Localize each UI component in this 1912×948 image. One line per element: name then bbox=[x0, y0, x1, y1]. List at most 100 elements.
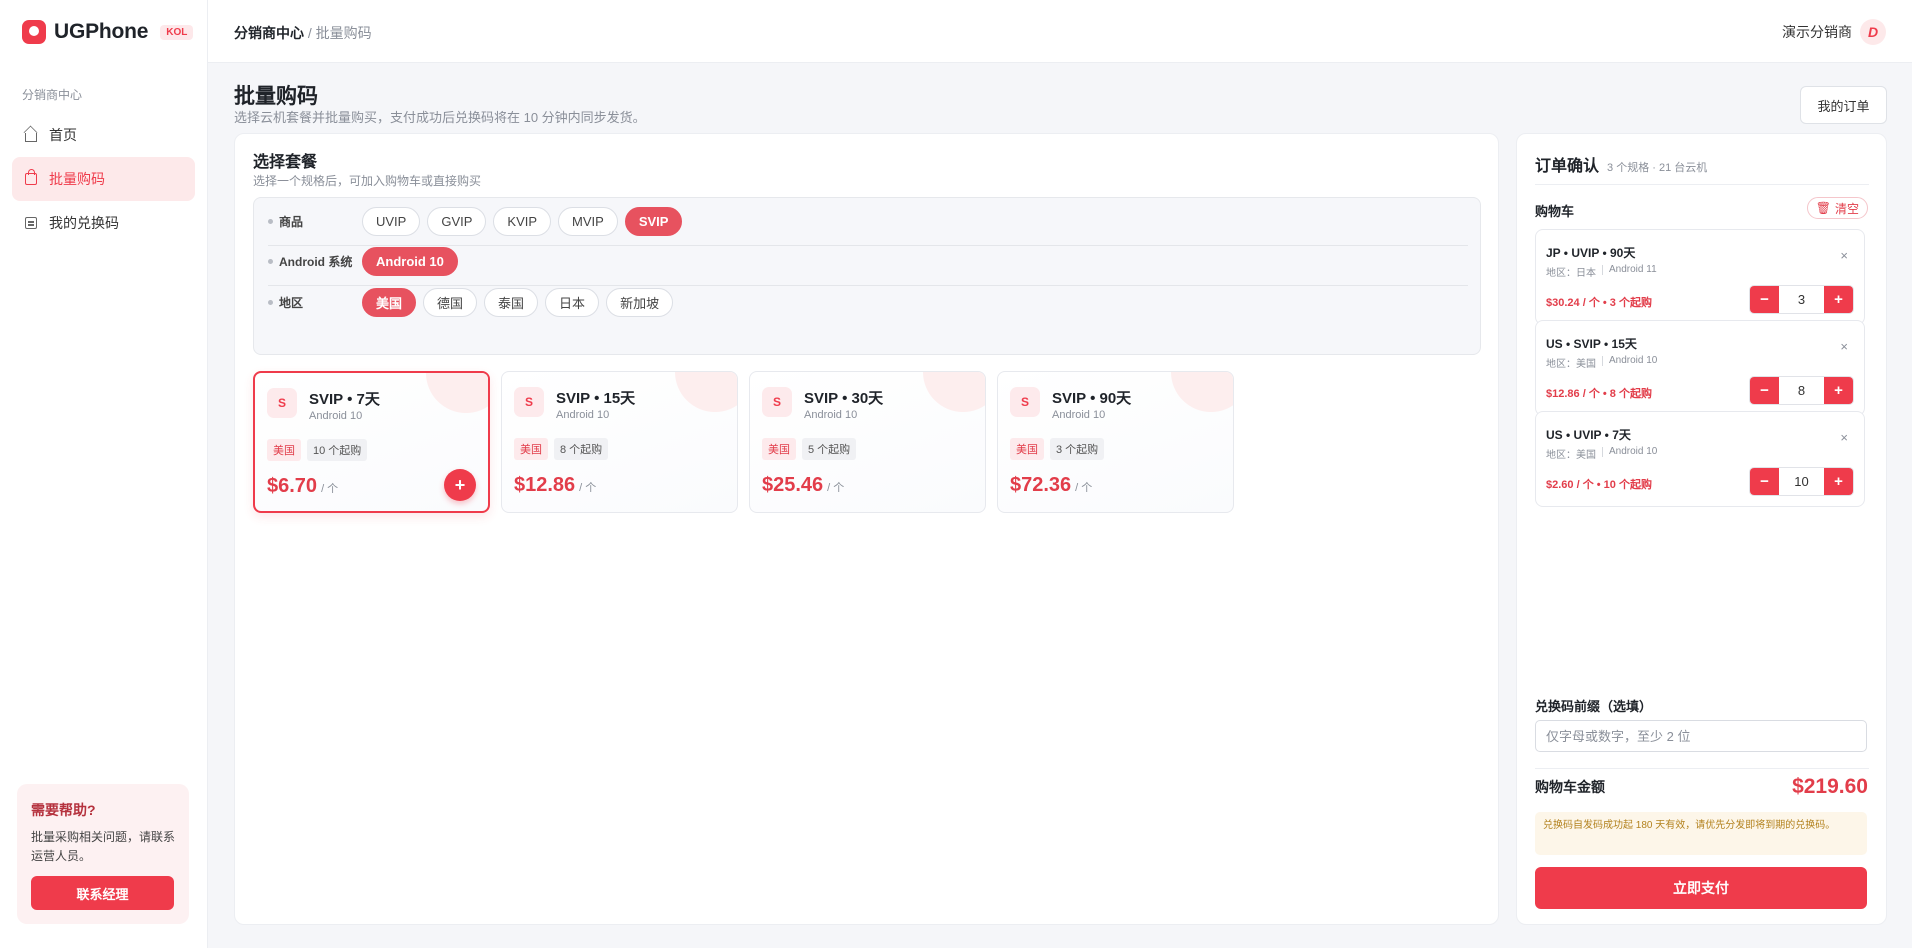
quantity-stepper: − 10 + bbox=[1749, 467, 1854, 496]
cart-total-label: 购物车金额 bbox=[1535, 779, 1605, 795]
plan-os: Android 10 bbox=[556, 409, 610, 421]
price-value: $6.70 bbox=[267, 475, 318, 497]
price-unit: / 个 bbox=[827, 482, 845, 494]
region-chips: 美国 德国 泰国 日本 新加坡 bbox=[362, 287, 674, 317]
divider bbox=[1535, 184, 1869, 185]
plan-selector-panel: 选择套餐 选择一个规格后，可加入购物车或直接购买 商品 UVIP GVIP KV… bbox=[234, 133, 1499, 925]
min-qty-tag: 10 个起购 bbox=[307, 439, 368, 461]
quantity-stepper: − 3 + bbox=[1749, 285, 1854, 314]
plan-price: $6.70/ 个 bbox=[267, 475, 338, 498]
order-title-text: 订单确认 bbox=[1535, 158, 1600, 175]
chip-kvip[interactable]: KVIP bbox=[493, 207, 552, 236]
region-tag: 美国 bbox=[514, 438, 548, 460]
sidebar-item-label: 我的兑换码 bbox=[49, 215, 119, 231]
my-orders-button[interactable]: 我的订单 bbox=[1800, 86, 1887, 124]
plan-cards: S SVIP • 7天 Android 10 美国 10 个起购 $6.70/ … bbox=[253, 371, 1234, 513]
cart-item: US • SVIP • 15天 地区：美国 Android 10 × $12.86… bbox=[1535, 320, 1865, 416]
brand-name: UGPhone bbox=[54, 20, 149, 43]
decrease-button[interactable]: − bbox=[1750, 468, 1779, 495]
cart-item-meta: 地区：美国 Android 10 bbox=[1546, 355, 1657, 370]
shopping-bag-icon bbox=[25, 169, 37, 185]
chip-region-sg[interactable]: 新加坡 bbox=[606, 287, 674, 317]
sidebar-item-home[interactable]: 首页 bbox=[12, 113, 195, 157]
card-decoration bbox=[923, 372, 985, 412]
filter-label: Android 系统 bbox=[268, 253, 362, 270]
plan-card[interactable]: S SVIP • 90天 Android 10 美国 3 个起购 $72.36/… bbox=[997, 371, 1234, 513]
chip-svip[interactable]: SVIP bbox=[624, 207, 683, 236]
meta-divider bbox=[1602, 265, 1603, 275]
breadcrumb: 分销商中心 / 批量购码 bbox=[234, 23, 372, 43]
add-to-cart-button[interactable]: + bbox=[444, 469, 476, 501]
contact-manager-button[interactable]: 联系经理 bbox=[31, 876, 174, 910]
plan-tier-icon: S bbox=[514, 387, 544, 417]
meta-divider bbox=[1602, 356, 1603, 366]
meta-divider bbox=[1602, 447, 1603, 457]
cart-item-region: 地区：美国 bbox=[1546, 359, 1596, 370]
decrease-button[interactable]: − bbox=[1750, 286, 1779, 313]
plan-card[interactable]: S SVIP • 7天 Android 10 美国 10 个起购 $6.70/ … bbox=[253, 371, 490, 513]
pay-now-button[interactable]: 立即支付 bbox=[1535, 867, 1867, 909]
chip-region-th[interactable]: 泰国 bbox=[484, 287, 539, 317]
sidebar-item-label: 首页 bbox=[49, 127, 77, 143]
region-tag: 美国 bbox=[1010, 438, 1044, 460]
cart-total-value: $219.60 bbox=[1792, 775, 1868, 798]
brand[interactable]: UGPhone KOL bbox=[22, 20, 194, 44]
page-subtitle: 选择云机套餐并批量购买，支付成功后兑换码将在 10 分钟内同步发货。 bbox=[234, 110, 646, 125]
cart-item: JP • UVIP • 90天 地区：日本 Android 11 × $30.24… bbox=[1535, 229, 1865, 325]
chip-region-de[interactable]: 德国 bbox=[423, 287, 478, 317]
help-card: 需要帮助? 批量采购相关问题，请联系运营人员。 联系经理 bbox=[17, 784, 189, 924]
increase-button[interactable]: + bbox=[1824, 468, 1853, 495]
price-value: $25.46 bbox=[762, 474, 824, 496]
plan-tags: 美国 5 个起购 bbox=[762, 438, 857, 460]
quantity-input[interactable]: 10 bbox=[1779, 468, 1824, 495]
price-unit: / 个 bbox=[579, 482, 597, 494]
region-tag: 美国 bbox=[267, 439, 301, 461]
min-qty-tag: 5 个起购 bbox=[802, 438, 857, 460]
plan-card[interactable]: S SVIP • 15天 Android 10 美国 8 个起购 $12.86/… bbox=[501, 371, 738, 513]
cart-item-meta: 地区：日本 Android 11 bbox=[1546, 264, 1657, 279]
quantity-input[interactable]: 3 bbox=[1779, 286, 1824, 313]
chip-region-jp[interactable]: 日本 bbox=[545, 287, 600, 317]
remove-item-icon[interactable]: × bbox=[1840, 430, 1848, 445]
increase-button[interactable]: + bbox=[1824, 286, 1853, 313]
code-prefix-label: 兑换码前缀（选填） bbox=[1535, 699, 1653, 714]
cart-item-meta: 地区：美国 Android 10 bbox=[1546, 446, 1657, 461]
user-name: 演示分销商 bbox=[1782, 24, 1852, 40]
min-qty-tag: 8 个起购 bbox=[554, 438, 609, 460]
plan-tags: 美国 8 个起购 bbox=[514, 438, 609, 460]
chip-uvip[interactable]: UVIP bbox=[362, 207, 421, 236]
breadcrumb-root[interactable]: 分销商中心 bbox=[234, 25, 304, 41]
plan-card[interactable]: S SVIP • 30天 Android 10 美国 5 个起购 $25.46/… bbox=[749, 371, 986, 513]
price-unit: / 个 bbox=[321, 483, 339, 495]
user-menu[interactable]: 演示分销商 D bbox=[1782, 19, 1886, 45]
cart-item-price: $12.86 / 个 • 8 个起购 bbox=[1546, 388, 1652, 400]
sidebar-item-my-codes[interactable]: 我的兑换码 bbox=[12, 201, 195, 245]
android-chips: Android 10 bbox=[362, 247, 458, 276]
chip-region-us[interactable]: 美国 bbox=[362, 287, 417, 317]
chip-gvip[interactable]: GVIP bbox=[427, 207, 487, 236]
card-decoration bbox=[1171, 372, 1233, 412]
validity-notice: 兑换码自发码成功起 180 天有效，请优先分发即将到期的兑换码。 bbox=[1535, 812, 1867, 855]
clear-cart-button[interactable]: 🗑 清空 bbox=[1806, 197, 1868, 219]
plan-tier-icon: S bbox=[267, 388, 297, 418]
sidebar-item-bulk-purchase[interactable]: 批量购码 bbox=[12, 157, 195, 201]
page-title: 批量购码 bbox=[234, 85, 318, 108]
remove-item-icon[interactable]: × bbox=[1840, 339, 1848, 354]
remove-item-icon[interactable]: × bbox=[1840, 248, 1848, 263]
increase-button[interactable]: + bbox=[1824, 377, 1853, 404]
list-icon bbox=[25, 217, 37, 229]
price-value: $12.86 bbox=[514, 474, 576, 496]
code-prefix-input[interactable] bbox=[1535, 720, 1867, 752]
chip-android-10[interactable]: Android 10 bbox=[362, 247, 458, 276]
min-qty-tag: 3 个起购 bbox=[1050, 438, 1105, 460]
quantity-input[interactable]: 8 bbox=[1779, 377, 1824, 404]
clear-label: 清空 bbox=[1834, 201, 1859, 216]
order-meta: 3 个规格 · 21 台云机 bbox=[1607, 162, 1708, 174]
quantity-stepper: − 8 + bbox=[1749, 376, 1854, 405]
cart-item-price: $2.60 / 个 • 10 个起购 bbox=[1546, 479, 1652, 491]
plan-name: SVIP • 90天 bbox=[1052, 390, 1132, 407]
plan-os: Android 10 bbox=[309, 410, 363, 422]
chip-mvip[interactable]: MVIP bbox=[558, 207, 618, 236]
decrease-button[interactable]: − bbox=[1750, 377, 1779, 404]
breadcrumb-current: 批量购码 bbox=[315, 25, 372, 41]
